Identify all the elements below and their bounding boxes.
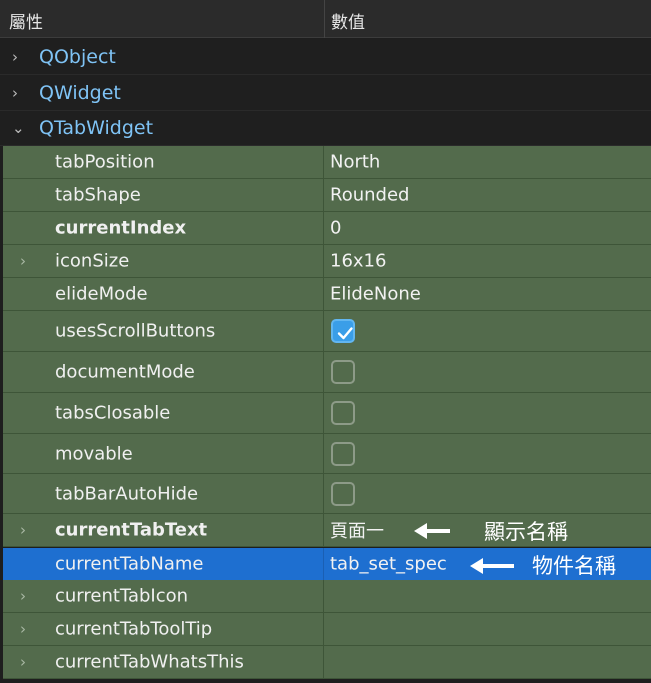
property-row-movable[interactable]: movable (0, 434, 651, 474)
property-name: currentTabText (55, 519, 208, 541)
checkbox-checked[interactable] (331, 319, 355, 343)
property-name-cell: documentMode (0, 352, 324, 392)
chevron-down-icon[interactable]: ⌄ (12, 119, 25, 137)
chevron-right-icon[interactable]: › (12, 84, 18, 102)
property-name: elideMode (55, 283, 148, 305)
property-name-cell: › currentTabWhatsThis (0, 646, 324, 678)
value-column-header[interactable]: 數值 (331, 8, 365, 33)
property-row-tabposition[interactable]: tabPosition North (0, 146, 651, 179)
property-name-cell: › currentTabToolTip (0, 613, 324, 645)
chevron-right-icon[interactable]: › (12, 48, 18, 66)
group-row-qobject[interactable]: › QObject (0, 39, 651, 75)
chevron-right-icon[interactable]: › (20, 653, 26, 671)
annotation-object-name: 物件名稱 (532, 554, 616, 578)
property-value[interactable]: ElideNone (330, 284, 421, 305)
property-value[interactable]: 0 (330, 218, 341, 239)
property-name: currentIndex (55, 217, 187, 239)
checkbox-unchecked[interactable] (331, 360, 355, 384)
column-divider[interactable] (324, 0, 325, 38)
arrow-left-icon (414, 523, 450, 539)
checkbox-unchecked[interactable] (331, 481, 355, 506)
property-row-documentmode[interactable]: documentMode (0, 352, 651, 393)
property-value[interactable]: Rounded (330, 185, 409, 206)
property-column-header[interactable]: 屬性 (9, 8, 43, 33)
property-editor: 屬性 數值 › QObject › QWidget ⌄ QTabWidget t… (0, 0, 651, 683)
group-name: QWidget (39, 81, 121, 104)
checkbox-unchecked[interactable] (331, 441, 355, 466)
chevron-right-icon[interactable]: › (20, 521, 26, 539)
property-table-header: 屬性 數值 (0, 0, 651, 38)
property-row-tabbarautohide[interactable]: tabBarAutoHide (0, 474, 651, 514)
property-name: tabPosition (55, 151, 155, 173)
arrow-left-icon (470, 558, 514, 574)
property-name: tabBarAutoHide (55, 483, 199, 504)
property-name: currentTabToolTip (55, 618, 213, 640)
property-row-tabshape[interactable]: tabShape Rounded (0, 179, 651, 212)
property-name-cell: tabPosition (0, 146, 324, 178)
property-row-tabsclosable[interactable]: tabsClosable (0, 393, 651, 434)
property-name-cell: tabShape (0, 179, 324, 211)
property-name-cell: currentTabName (0, 548, 324, 580)
property-name-cell: currentIndex (0, 212, 324, 244)
chevron-right-icon[interactable]: › (20, 252, 26, 270)
chevron-right-icon[interactable]: › (20, 587, 26, 605)
property-row-iconsize[interactable]: › iconSize 16x16 (0, 245, 651, 278)
property-name: movable (55, 443, 133, 464)
group-row-qtabwidget[interactable]: ⌄ QTabWidget (0, 111, 651, 146)
property-value[interactable]: 16x16 (330, 251, 386, 272)
property-row-currenttabtooltip[interactable]: › currentTabToolTip (0, 613, 651, 646)
property-name: currentTabIcon (55, 585, 189, 607)
property-name-cell: › currentTabText (0, 514, 324, 546)
checkbox-unchecked[interactable] (331, 401, 355, 425)
group-name: QTabWidget (39, 117, 154, 139)
property-name-cell: movable (0, 434, 324, 473)
property-row-currentindex[interactable]: currentIndex 0 (0, 212, 651, 245)
property-name-cell: › iconSize (0, 245, 324, 277)
property-name-cell: tabBarAutoHide (0, 474, 324, 513)
property-row-currenttabwhatsthis[interactable]: › currentTabWhatsThis (0, 646, 651, 679)
property-name: iconSize (55, 250, 130, 272)
annotation-display-name: 顯示名稱 (484, 520, 568, 544)
property-row-elidemode[interactable]: elideMode ElideNone (0, 278, 651, 311)
group-row-qwidget[interactable]: › QWidget (0, 75, 651, 111)
property-name: currentTabName (55, 553, 204, 575)
property-name-cell: usesScrollButtons (0, 311, 324, 351)
property-name: tabsClosable (55, 402, 171, 424)
property-value[interactable]: North (330, 152, 380, 173)
property-name-cell: tabsClosable (0, 393, 324, 433)
property-name-cell: › currentTabIcon (0, 580, 324, 612)
property-name: documentMode (55, 361, 195, 383)
chevron-right-icon[interactable]: › (20, 620, 26, 638)
property-name-cell: elideMode (0, 278, 324, 310)
group-name: QObject (39, 45, 116, 68)
checkmark-icon (337, 327, 353, 340)
property-row-currenttabicon[interactable]: › currentTabIcon (0, 580, 651, 613)
property-name: tabShape (55, 184, 141, 206)
property-name: usesScrollButtons (55, 320, 216, 342)
property-name: currentTabWhatsThis (55, 651, 244, 673)
property-value[interactable]: tab_set_spec (330, 554, 447, 575)
panel-left-border (0, 146, 3, 683)
property-row-usesscrollbuttons[interactable]: usesScrollButtons (0, 311, 651, 352)
property-value[interactable]: 頁面一 (330, 517, 384, 543)
